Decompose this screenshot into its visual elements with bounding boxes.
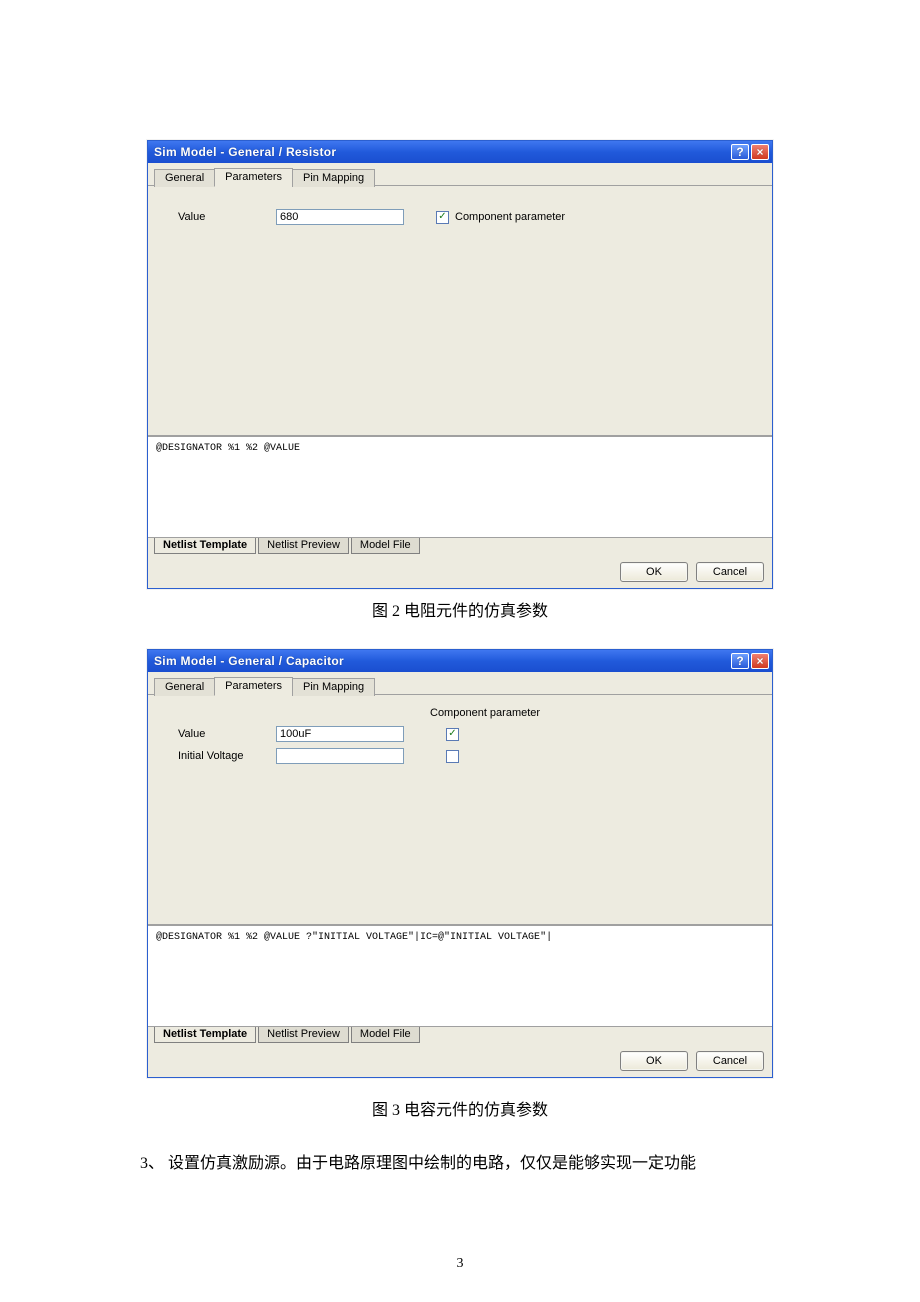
value-input[interactable] (276, 726, 404, 742)
param-label: Value (178, 211, 276, 223)
component-parameter-checkbox[interactable] (446, 750, 459, 763)
close-icon[interactable]: × (751, 653, 769, 669)
btab-model-file[interactable]: Model File (351, 538, 420, 554)
param-row-value: Value ✓ Component parameter (178, 208, 756, 226)
btab-netlist-preview[interactable]: Netlist Preview (258, 538, 349, 554)
top-tabstrip: General Parameters Pin Mapping (148, 163, 772, 186)
dialog-client: General Parameters Pin Mapping Component… (148, 672, 772, 1077)
netlist-template-text[interactable]: @DESIGNATOR %1 %2 @VALUE ?"INITIAL VOLTA… (148, 925, 772, 1027)
param-row-value: Value ✓ (178, 725, 756, 743)
titlebar: Sim Model - General / Capacitor ? × (148, 650, 772, 672)
dialog-buttons: OK Cancel (148, 1045, 772, 1077)
help-icon[interactable]: ? (731, 653, 749, 669)
body-paragraph: 3、 设置仿真激励源。由于电路原理图中绘制的电路，仅仅是能够实现一定功能 (140, 1148, 780, 1180)
window-buttons: ? × (731, 653, 769, 669)
tab-parameters[interactable]: Parameters (214, 168, 293, 187)
ok-button[interactable]: OK (620, 562, 688, 582)
btab-netlist-template[interactable]: Netlist Template (154, 1027, 256, 1043)
component-parameter-checkbox[interactable]: ✓ (446, 728, 459, 741)
checkbox-label: Component parameter (455, 211, 565, 223)
titlebar: Sim Model - General / Resistor ? × (148, 141, 772, 163)
top-tabstrip: General Parameters Pin Mapping (148, 672, 772, 695)
dialog-client: General Parameters Pin Mapping Value ✓ C… (148, 163, 772, 588)
capacitor-sim-model-dialog: Sim Model - General / Capacitor ? × Gene… (147, 649, 773, 1078)
netlist-template-text[interactable]: @DESIGNATOR %1 %2 @VALUE (148, 436, 772, 538)
param-row-initial-voltage: Initial Voltage (178, 747, 756, 765)
dialog-buttons: OK Cancel (148, 556, 772, 588)
component-parameter-checkbox[interactable]: ✓ (436, 211, 449, 224)
initial-voltage-input[interactable] (276, 748, 404, 764)
column-header: Component parameter (178, 707, 756, 719)
cancel-button[interactable]: Cancel (696, 1051, 764, 1071)
param-label: Initial Voltage (178, 750, 276, 762)
btab-model-file[interactable]: Model File (351, 1027, 420, 1043)
resistor-sim-model-dialog: Sim Model - General / Resistor ? × Gener… (147, 140, 773, 589)
btab-netlist-preview[interactable]: Netlist Preview (258, 1027, 349, 1043)
btab-netlist-template[interactable]: Netlist Template (154, 538, 256, 554)
tab-general[interactable]: General (154, 678, 215, 696)
cancel-button[interactable]: Cancel (696, 562, 764, 582)
dialog-title: Sim Model - General / Capacitor (154, 654, 344, 668)
param-label: Value (178, 728, 276, 740)
parameters-panel: Value ✓ Component parameter (148, 186, 772, 436)
tab-pin-mapping[interactable]: Pin Mapping (292, 169, 375, 187)
bottom-tabstrip: Netlist Template Netlist Preview Model F… (148, 1027, 772, 1045)
close-icon[interactable]: × (751, 144, 769, 160)
tab-parameters[interactable]: Parameters (214, 677, 293, 696)
parameters-panel: Component parameter Value ✓ Initial Volt… (148, 695, 772, 925)
value-input[interactable] (276, 209, 404, 225)
dialog-title: Sim Model - General / Resistor (154, 145, 336, 159)
tab-pin-mapping[interactable]: Pin Mapping (292, 678, 375, 696)
help-icon[interactable]: ? (731, 144, 749, 160)
ok-button[interactable]: OK (620, 1051, 688, 1071)
figure3-caption: 图 3 电容元件的仿真参数 (140, 1096, 780, 1120)
page-number: 3 (0, 1256, 920, 1272)
tab-general[interactable]: General (154, 169, 215, 187)
bottom-tabstrip: Netlist Template Netlist Preview Model F… (148, 538, 772, 556)
figure2-caption: 图 2 电阻元件的仿真参数 (140, 597, 780, 621)
window-buttons: ? × (731, 144, 769, 160)
